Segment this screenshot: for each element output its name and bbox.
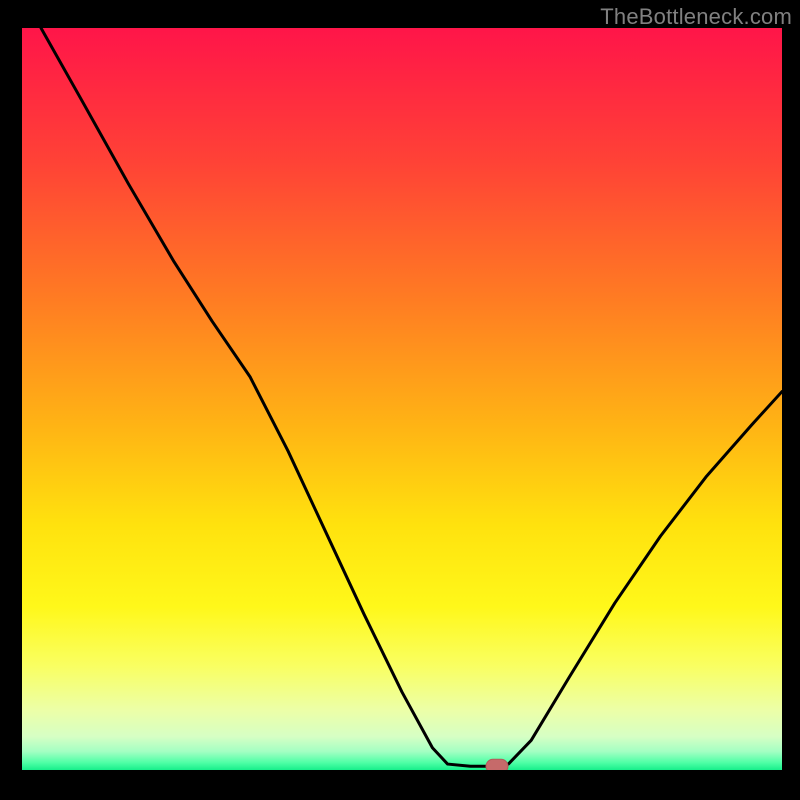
watermark-text: TheBottleneck.com — [600, 4, 792, 30]
bottleneck-curve-chart — [22, 28, 782, 770]
optimal-marker — [486, 759, 508, 770]
chart-frame: TheBottleneck.com — [0, 0, 800, 800]
plot-area — [22, 28, 782, 770]
gradient-background — [22, 28, 782, 770]
